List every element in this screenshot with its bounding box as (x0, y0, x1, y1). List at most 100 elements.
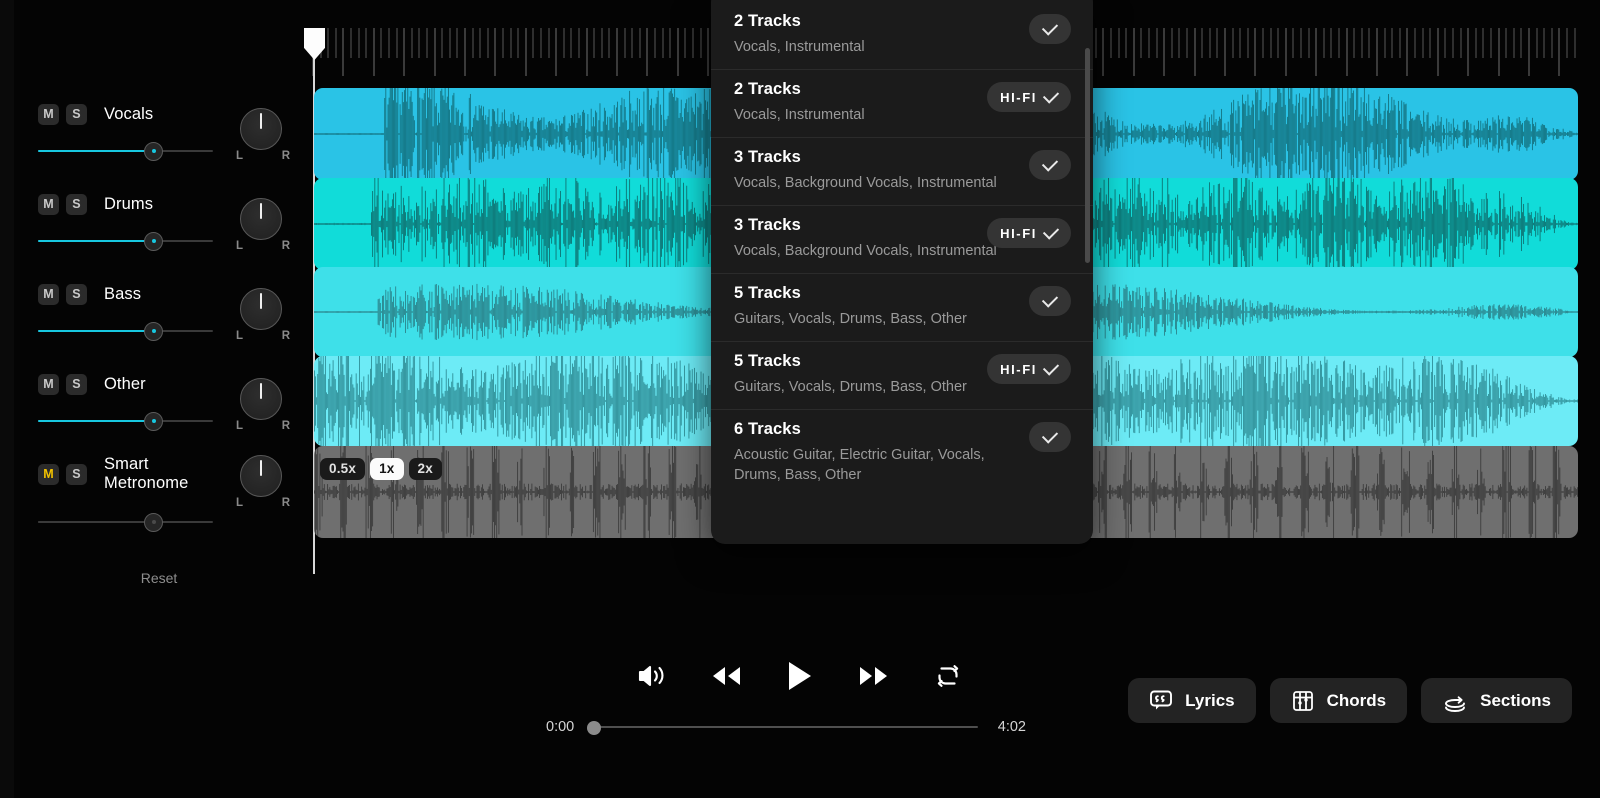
ruler-tick (1140, 28, 1143, 58)
ruler-tick (1558, 28, 1561, 76)
mute-button[interactable]: M (38, 194, 59, 215)
ruler-tick (350, 28, 352, 58)
mixer-channel: M S Smart Metronome L R (14, 455, 304, 545)
ruler-tick (676, 28, 679, 76)
mute-button[interactable]: M (38, 463, 59, 485)
seek-thumb[interactable] (587, 721, 601, 735)
pan-knob[interactable] (240, 108, 282, 150)
volume-slider[interactable] (38, 411, 213, 431)
mute-button[interactable]: M (38, 284, 59, 305)
track-separation-menu[interactable]: 2 Tracks Vocals, Instrumental 2 Tracks Voca… (711, 0, 1093, 544)
speed-option[interactable]: 0.5x (320, 458, 366, 480)
volume-thumb[interactable] (144, 321, 163, 341)
volume-slider[interactable] (38, 512, 213, 532)
reset-button[interactable]: Reset (14, 570, 304, 586)
pan-knob-group[interactable]: LR (234, 288, 292, 348)
track-separation-option[interactable]: 6 Tracks Acoustic Guitar, Electric Guitar… (711, 409, 1093, 497)
volume-thumb[interactable] (144, 512, 163, 532)
current-time-label: 0:00 (546, 719, 575, 735)
solo-button[interactable]: S (66, 284, 87, 305)
pan-knob-group[interactable]: LR (234, 378, 292, 438)
solo-button[interactable]: S (66, 194, 87, 215)
track-separation-option[interactable]: 2 Tracks Vocals, Instrumental (711, 2, 1093, 69)
ruler-tick (600, 28, 603, 58)
ruler-tick (327, 28, 330, 58)
volume-thumb[interactable] (144, 411, 163, 431)
ruler-tick (1163, 28, 1166, 76)
loop-icon[interactable] (933, 662, 963, 690)
ruler-tick (1459, 28, 1462, 58)
panel-button-lyrics[interactable]: Lyrics (1128, 678, 1256, 723)
rewind-icon[interactable] (707, 663, 745, 689)
pan-knob[interactable] (240, 288, 282, 330)
pan-knob[interactable] (240, 378, 282, 420)
solo-button[interactable]: S (66, 374, 87, 395)
option-badge[interactable]: HI-FI (987, 218, 1071, 248)
ruler-tick (1543, 28, 1546, 58)
pan-knob-group[interactable]: LR (234, 108, 292, 168)
ruler-tick (433, 28, 436, 76)
ruler-tick (494, 28, 497, 76)
track-separation-option[interactable]: 5 Tracks Guitars, Vocals, Drums, Bass, Ot… (711, 341, 1093, 409)
ruler-tick (1102, 28, 1105, 76)
track-separation-option[interactable]: 3 Tracks Vocals, Background Vocals, Instr… (711, 137, 1093, 205)
pan-knob-group[interactable]: LR (234, 455, 292, 515)
pan-knob[interactable] (240, 455, 282, 497)
option-title: 5 Tracks (734, 284, 801, 302)
option-badge[interactable] (1029, 150, 1071, 180)
mute-button[interactable]: M (38, 374, 59, 395)
ruler-tick (1239, 28, 1242, 58)
playback-speed-selector[interactable]: 0.5x 1x 2x (320, 458, 442, 480)
option-subtitle: Vocals, Instrumental (734, 107, 865, 123)
ruler-tick (1383, 28, 1386, 58)
panel-button-sections[interactable]: Sections (1421, 678, 1572, 723)
play-icon[interactable] (785, 660, 815, 692)
hifi-label: HI-FI (1000, 89, 1037, 105)
mute-button[interactable]: M (38, 104, 59, 125)
ruler-tick (388, 28, 390, 58)
channel-header: M S Other (38, 374, 146, 395)
option-badge[interactable]: HI-FI (987, 82, 1071, 112)
option-badge[interactable] (1029, 14, 1071, 44)
channel-name: Bass (104, 285, 142, 303)
ruler-tick (1246, 28, 1249, 58)
channel-header: M S Drums (38, 194, 153, 215)
fast-forward-icon[interactable] (855, 663, 893, 689)
track-separation-option[interactable]: 2 Tracks Vocals, Instrumental HI-FI (711, 69, 1093, 137)
volume-icon[interactable] (637, 663, 667, 689)
volume-slider[interactable] (38, 141, 213, 161)
panel-button-chords[interactable]: Chords (1269, 678, 1408, 723)
ruler-tick (1330, 28, 1333, 58)
track-separation-menu-list[interactable]: 2 Tracks Vocals, Instrumental 2 Tracks Voca… (711, 0, 1093, 544)
speed-option[interactable]: 1x (370, 458, 404, 480)
seek-track[interactable] (587, 718, 978, 736)
pan-knob-group[interactable]: LR (234, 198, 292, 258)
ruler-tick (555, 28, 558, 76)
solo-button[interactable]: S (66, 104, 87, 125)
pan-labels: LR (234, 330, 292, 342)
track-separation-option[interactable]: 5 Tracks Guitars, Vocals, Drums, Bass, Ot… (711, 273, 1093, 341)
volume-thumb[interactable] (144, 141, 163, 161)
option-badge[interactable]: HI-FI (987, 354, 1071, 384)
volume-slider[interactable] (38, 231, 213, 251)
ruler-tick (502, 28, 504, 58)
menu-scrollbar[interactable] (1085, 48, 1090, 263)
solo-button[interactable]: S (66, 463, 87, 485)
speed-option[interactable]: 2x (408, 458, 442, 480)
ruler-tick (1254, 28, 1257, 76)
ruler-tick (540, 28, 542, 58)
option-badge[interactable] (1029, 286, 1071, 316)
ruler-tick (631, 28, 634, 58)
pan-knob[interactable] (240, 198, 282, 240)
pan-left-label: L (236, 420, 244, 432)
track-separation-option[interactable]: 3 Tracks Vocals, Background Vocals, Instr… (711, 205, 1093, 273)
volume-slider[interactable] (38, 321, 213, 341)
seek-bar[interactable]: 0:00 4:02 (546, 716, 1026, 738)
ruler-tick (334, 28, 337, 58)
option-badge[interactable] (1029, 422, 1071, 452)
option-subtitle: Guitars, Vocals, Drums, Bass, Other (734, 379, 967, 395)
channel-name: Smart Metronome (104, 455, 189, 492)
ruler-tick (456, 28, 459, 58)
volume-thumb[interactable] (144, 231, 163, 251)
volume-fill (38, 330, 148, 332)
